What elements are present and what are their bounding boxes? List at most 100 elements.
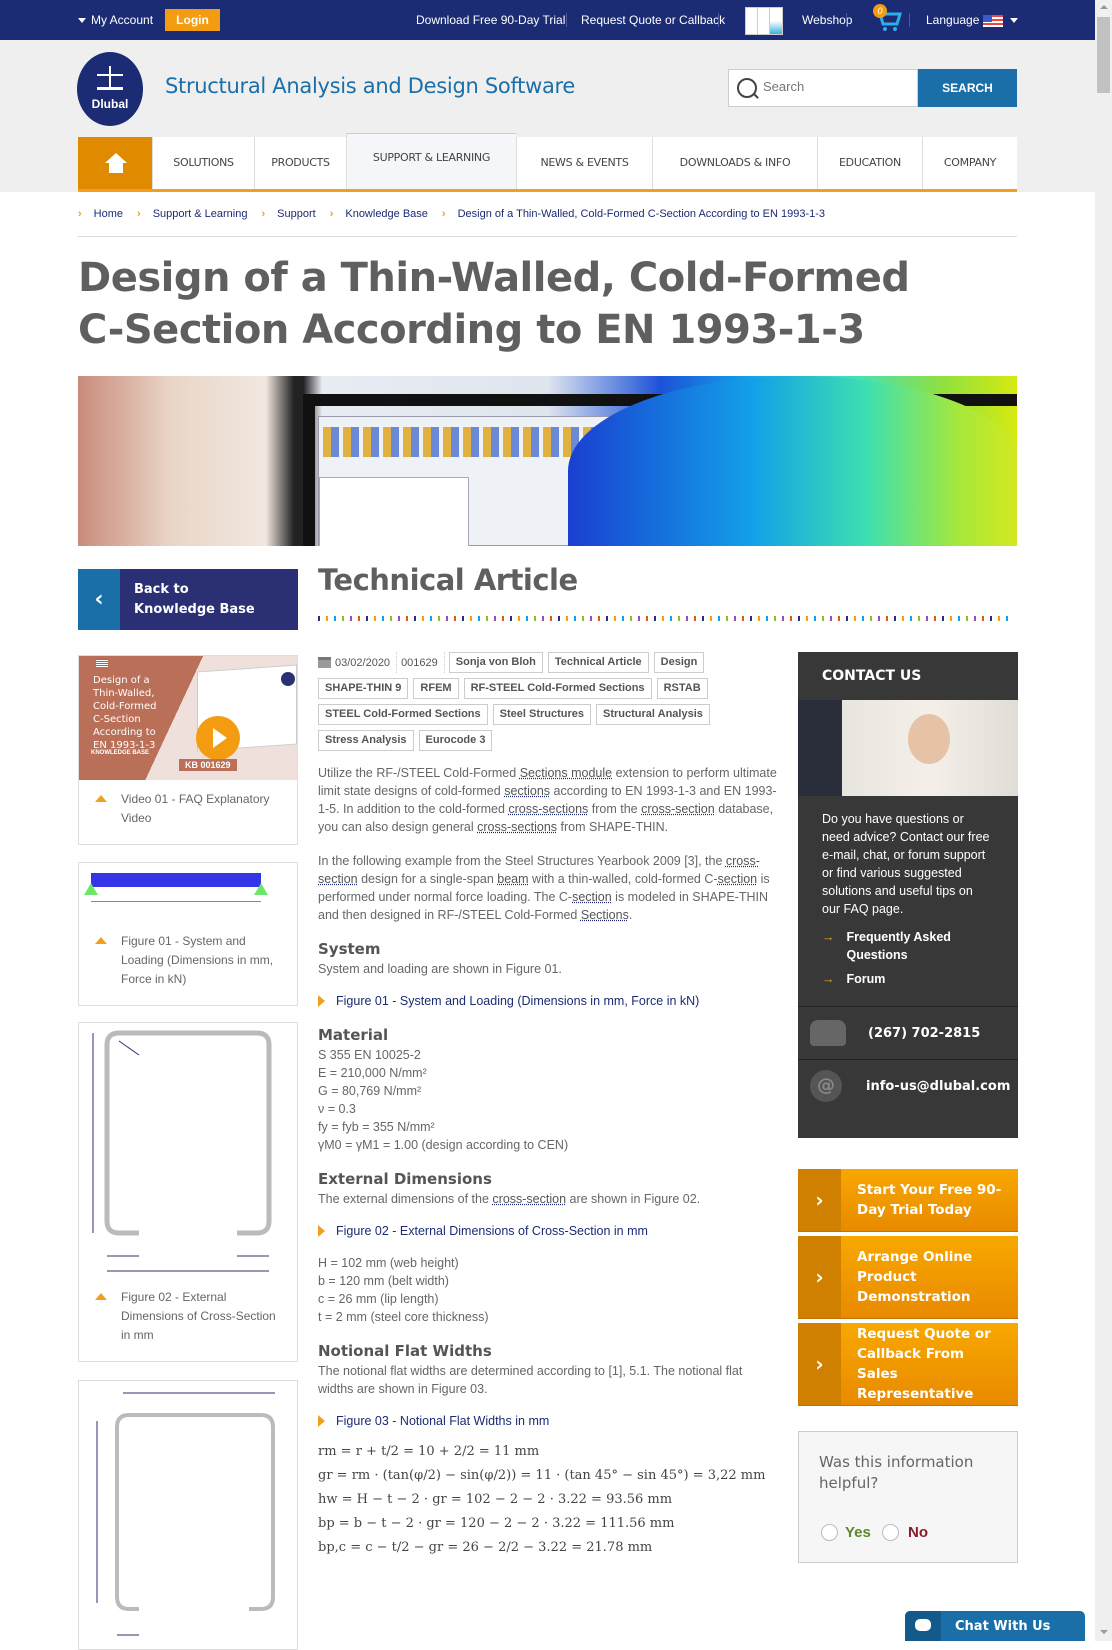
figure-card-02[interactable]: Figure 02 - External Dimensions of Cross… — [78, 1022, 298, 1362]
tag-structural-analysis[interactable]: Structural Analysis — [596, 704, 710, 725]
figure-02-thumbnail[interactable] — [79, 1023, 297, 1273]
yes-radio[interactable] — [821, 1524, 838, 1541]
figure-02-link[interactable]: Figure 02 - External Dimensions of Cross… — [318, 1222, 778, 1240]
nav-home[interactable] — [78, 137, 152, 189]
nav-support-learning[interactable]: SUPPORT & LEARNING — [346, 133, 516, 189]
figure-01-link[interactable]: Figure 01 - System and Loading (Dimensio… — [318, 992, 778, 1010]
nav-education[interactable]: EDUCATION — [817, 137, 922, 189]
video-caption[interactable]: Video 01 - FAQ Explanatory Video — [121, 790, 283, 828]
tag-shape-thin-9[interactable]: SHAPE-THIN 9 — [318, 678, 409, 699]
tag-steel-cold-formed[interactable]: STEEL Cold-Formed Sections — [318, 704, 488, 725]
page-title: Design of a Thin-Walled, Cold-Formed C-S… — [78, 255, 910, 353]
download-trial-link[interactable]: Download Free 90-Day Trial — [416, 13, 565, 27]
figure-02-caption[interactable]: Figure 02 - External Dimensions of Cross… — [121, 1288, 283, 1345]
nav-products[interactable]: PRODUCTS — [254, 137, 346, 189]
figure-01-caption[interactable]: Figure 01 - System and Loading (Dimensio… — [121, 932, 283, 989]
scrollbar-thumb[interactable] — [1097, 17, 1110, 93]
glossary-link[interactable]: cross-sections — [477, 820, 557, 834]
no-radio[interactable] — [882, 1524, 899, 1541]
figure-03-thumbnail[interactable] — [79, 1381, 297, 1641]
figure-card-03[interactable] — [78, 1380, 298, 1650]
glossary-link[interactable]: Sections — [581, 908, 629, 922]
tag-rf-steel-cold-formed[interactable]: RF-STEEL Cold-Formed Sections — [463, 678, 652, 699]
material-line: γM0 = γM1 = 1.00 (design according to CE… — [318, 1138, 569, 1152]
no-label[interactable]: No — [908, 1524, 928, 1541]
webshop-link[interactable]: Webshop — [802, 13, 852, 27]
play-icon[interactable] — [196, 716, 240, 760]
login-button[interactable]: Login — [165, 9, 220, 31]
contact-heading: CONTACT US — [822, 668, 922, 684]
search-input[interactable] — [763, 79, 913, 94]
tag-design[interactable]: Design — [653, 652, 705, 673]
figure-card-01[interactable]: Figure 01 - System and Loading (Dimensio… — [78, 862, 298, 1006]
nav-news-events[interactable]: NEWS & EVENTS — [516, 137, 652, 189]
dimension-line: t = 2 mm (steel core thickness) — [318, 1310, 489, 1324]
glossary-link[interactable]: section — [572, 890, 612, 904]
nav-downloads-info[interactable]: DOWNLOADS & INFO — [652, 137, 817, 189]
tag-steel-structures[interactable]: Steel Structures — [492, 704, 592, 725]
glossary-link[interactable]: beam — [497, 872, 528, 886]
video-card[interactable]: Design of a Thin-Walled, Cold-Formed C-S… — [78, 655, 298, 845]
expand-right-icon — [318, 995, 325, 1007]
faq-link[interactable]: → Frequently Asked Questions — [822, 928, 994, 964]
back-to-knowledge-base-button[interactable]: ‹ Back to Knowledge Base — [78, 569, 298, 630]
page-scrollbar[interactable] — [1095, 0, 1112, 1641]
tag-rfem[interactable]: RFEM — [413, 678, 459, 699]
online-demo-button[interactable]: › Arrange Online Product Demonstration — [798, 1236, 1018, 1319]
breadcrumb-support[interactable]: Support — [277, 208, 316, 220]
caret-down-icon[interactable] — [1010, 18, 1018, 24]
expand-up-icon — [95, 937, 107, 944]
faq-label: Frequently Asked Questions — [846, 930, 951, 962]
chat-with-us-button[interactable]: Chat With Us — [905, 1611, 1085, 1641]
tag-technical-article[interactable]: Technical Article — [547, 652, 649, 673]
glossary-link[interactable]: sections — [504, 784, 550, 798]
phone-number: (267) 702-2815 — [868, 1025, 981, 1041]
dimension-line: H = 102 mm (web height) — [318, 1256, 459, 1270]
scroll-up-icon[interactable] — [1100, 5, 1108, 9]
tag-rstab[interactable]: RSTAB — [656, 678, 708, 699]
dimension-line: b = 120 mm (belt width) — [318, 1274, 449, 1288]
equation-gr: gr = rm · (tan(φ/2) − sin(φ/2)) = 11 · (… — [318, 1468, 766, 1483]
language-selector[interactable]: Language — [926, 13, 979, 27]
intro-paragraph-1: Utilize the RF-/STEEL Cold-Formed Sectio… — [318, 766, 777, 834]
glossary-link[interactable]: cross-sections — [508, 802, 588, 816]
decorative-dotted-divider — [318, 616, 1013, 621]
chevron-left-icon: ‹ — [94, 587, 104, 612]
breadcrumb-knowledge-base[interactable]: Knowledge Base — [345, 208, 428, 220]
equation-hw: hw = H − t − 2 · gr = 102 − 2 − 2 · 3.22… — [318, 1492, 673, 1507]
search-button[interactable]: SEARCH — [918, 69, 1017, 107]
breadcrumb-support-learning[interactable]: Support & Learning — [153, 208, 248, 220]
arrow-right-icon: → — [822, 930, 835, 944]
email-row[interactable]: @ info-us@dlubal.com — [798, 1059, 1018, 1112]
scroll-down-icon[interactable] — [1100, 1630, 1108, 1634]
glossary-link[interactable]: Sections module — [520, 766, 612, 780]
glossary-link[interactable]: cross-section — [492, 1192, 566, 1206]
cta-label: Request Quote or Callback From Sales Rep… — [857, 1326, 991, 1402]
tag-author[interactable]: Sonja von Bloh — [448, 652, 543, 673]
request-quote-link[interactable]: Request Quote or Callback — [581, 13, 725, 27]
site-header: Dlubal Structural Analysis and Design So… — [0, 40, 1095, 192]
dlubal-logo[interactable]: Dlubal — [77, 52, 143, 126]
glossary-link[interactable]: cross-section — [641, 802, 715, 816]
video-thumbnail[interactable]: Design of a Thin-Walled, Cold-Formed C-S… — [79, 656, 297, 780]
forum-link[interactable]: → Forum — [822, 970, 994, 988]
breadcrumb-home[interactable]: Home — [94, 208, 123, 220]
my-account-menu[interactable]: My Account — [78, 13, 153, 27]
phone-row[interactable]: (267) 702-2815 — [798, 1006, 1018, 1059]
contact-text: Do you have questions or need advice? Co… — [822, 812, 990, 916]
nav-company[interactable]: COMPANY — [922, 137, 1017, 189]
tag-eurocode-3[interactable]: Eurocode 3 — [418, 730, 493, 751]
free-trial-button[interactable]: › Start Your Free 90-Day Trial Today — [798, 1169, 1018, 1232]
agent-face-graphic — [908, 714, 950, 764]
glossary-link[interactable]: section — [718, 872, 758, 886]
tag-stress-analysis[interactable]: Stress Analysis — [318, 730, 414, 751]
figure-01-thumbnail[interactable] — [79, 863, 297, 918]
external-dimensions-heading: External Dimensions — [318, 1170, 492, 1188]
yes-label[interactable]: Yes — [845, 1524, 871, 1541]
dimension-line — [91, 901, 261, 902]
nav-solutions[interactable]: SOLUTIONS — [152, 137, 254, 189]
request-quote-button[interactable]: › Request Quote or Callback From Sales Re… — [798, 1323, 1018, 1406]
us-flag-icon[interactable] — [983, 15, 1003, 27]
webshop-products-icon[interactable] — [745, 5, 787, 37]
figure-03-link[interactable]: Figure 03 - Notional Flat Widths in mm — [318, 1412, 778, 1430]
